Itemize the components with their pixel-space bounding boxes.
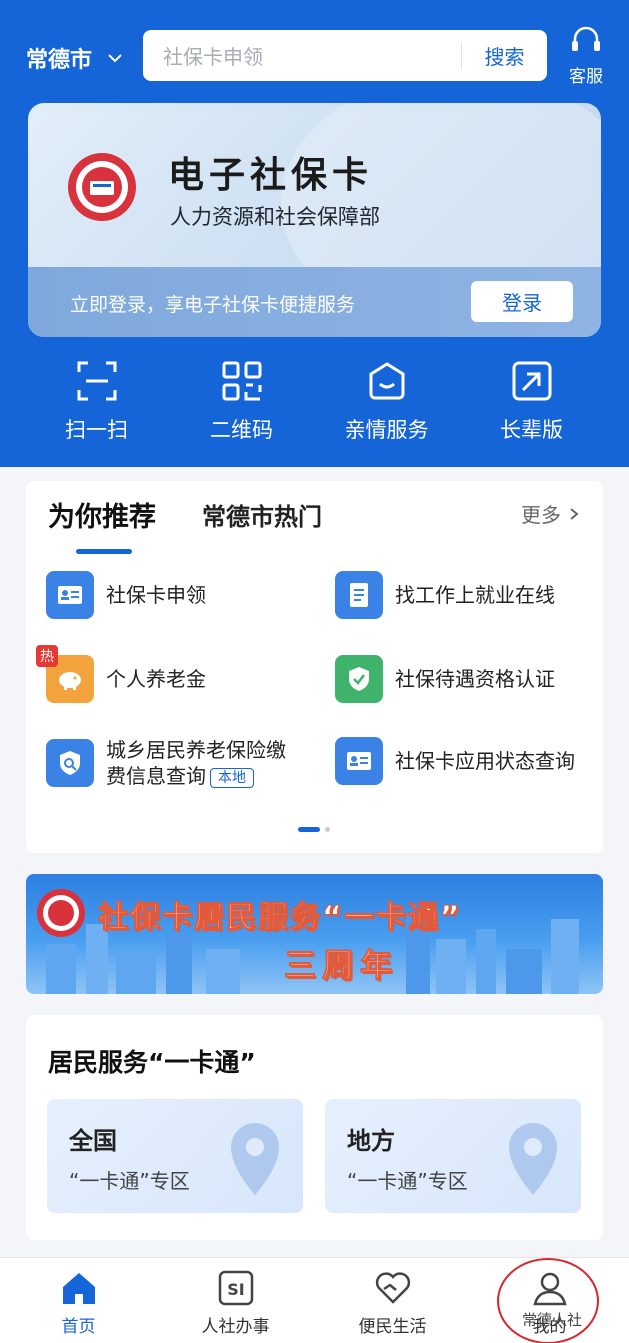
local-tag: 本地 <box>210 767 254 788</box>
si-icon: SI <box>218 1270 253 1306</box>
city-label: 常德市 <box>26 48 93 73</box>
zone-title: 全国 <box>69 1127 117 1155</box>
document-icon <box>335 571 383 619</box>
service-item-label-line2: 费信息查询 <box>106 764 206 788</box>
promo-banner[interactable]: 社保卡居民服务“一卡通” 三周年 <box>26 874 603 994</box>
quick-action-label: 长辈版 <box>500 418 563 442</box>
svg-text:SI: SI <box>227 1280 244 1299</box>
location-pin-icon <box>509 1123 557 1195</box>
nav-home[interactable]: 首页 <box>0 1258 157 1343</box>
chevron-down-icon <box>108 54 122 63</box>
headset-icon <box>572 26 600 51</box>
service-item-label: 城乡居民养老保险缴 费信息查询 本地 <box>106 737 286 789</box>
search-input[interactable]: 社保卡申领 <box>143 41 461 70</box>
tab-recommend-label: 为你推荐 <box>48 502 156 533</box>
piggy-bank-icon: 热 <box>36 645 94 703</box>
social-security-seal-icon <box>37 889 85 937</box>
service-item[interactable]: 社保卡应用状态查询 <box>335 737 575 785</box>
quick-action-label: 扫一扫 <box>65 418 128 442</box>
service-item[interactable]: 城乡居民养老保险缴 费信息查询 本地 <box>46 737 286 789</box>
zone-subtitle: “一卡通”专区 <box>347 1169 468 1193</box>
zone-title: 地方 <box>347 1127 395 1155</box>
local-zone-card[interactable]: 地方 “一卡通”专区 <box>325 1099 581 1213</box>
service-item[interactable]: 社保卡申领 <box>46 571 206 619</box>
nav-label: 首页 <box>61 1317 96 1337</box>
id-card-icon <box>335 737 383 785</box>
page-indicator <box>298 827 330 832</box>
service-item[interactable]: 社保待遇资格认证 <box>335 655 555 703</box>
quick-actions: 扫一扫 二维码 亲情服务 长辈版 <box>24 360 604 444</box>
quick-action-family-service[interactable]: 亲情服务 <box>314 360 459 444</box>
card-title: 电子社保卡 <box>168 154 374 196</box>
nav-label: 人社办事 <box>201 1317 270 1337</box>
zone-subtitle: “一卡通”专区 <box>69 1169 190 1193</box>
id-card-icon <box>46 571 94 619</box>
bottom-navigation: 首页 SI 人社办事 便民生活 我的 <box>0 1257 629 1343</box>
page-dot-active <box>298 827 320 832</box>
social-security-seal-icon <box>68 153 136 221</box>
search-bar[interactable]: 社保卡申领 搜索 <box>143 30 547 81</box>
more-label: 更多 <box>521 503 561 527</box>
quick-action-elder-mode[interactable]: 长辈版 <box>459 360 604 444</box>
quick-action-qrcode[interactable]: 二维码 <box>169 360 314 444</box>
e-social-security-card[interactable]: 电子社保卡 人力资源和社会保障部 立即登录，享电子社保卡便捷服务 登录 <box>28 103 601 337</box>
section-title: 居民服务“一卡通” <box>48 1048 256 1077</box>
chevron-right-icon <box>570 507 579 520</box>
card-login-prompt: 立即登录，享电子社保卡便捷服务 <box>70 294 356 316</box>
location-pin-icon <box>231 1123 279 1195</box>
more-link[interactable]: 更多 <box>521 499 581 528</box>
quick-action-scan[interactable]: 扫一扫 <box>24 360 169 444</box>
tab-underline <box>76 549 132 554</box>
home-icon <box>62 1273 95 1304</box>
national-zone-card[interactable]: 全国 “一卡通”专区 <box>47 1099 303 1213</box>
service-item-label: 找工作上就业在线 <box>395 583 555 607</box>
banner-title: 社保卡居民服务“一卡通” <box>97 900 462 936</box>
page-dot <box>325 827 330 832</box>
city-selector[interactable]: 常德市 <box>26 42 124 74</box>
card-subtitle: 人力资源和社会保障部 <box>170 205 380 229</box>
customer-service-label: 客服 <box>569 67 603 87</box>
watermark-text: 常德人社 <box>522 1311 583 1329</box>
qrcode-icon <box>222 361 261 401</box>
login-button[interactable]: 登录 <box>471 281 573 322</box>
service-item-label-line1: 城乡居民养老保险缴 <box>106 738 286 762</box>
tab-recommend[interactable]: 为你推荐 <box>48 495 156 554</box>
shield-check-icon <box>335 655 383 703</box>
nav-label: 便民生活 <box>358 1317 427 1337</box>
one-card-section: 居民服务“一卡通” 全国 “一卡通”专区 地方 “一卡通”专区 <box>26 1015 603 1240</box>
recommend-panel: 为你推荐 常德市热门 更多 社保卡申领 找工作上就业在线 热 个人养老金 社保待… <box>26 481 603 853</box>
service-item-label: 社保卡应用状态查询 <box>395 749 575 773</box>
hot-badge: 热 <box>36 645 58 667</box>
tab-city-hot[interactable]: 常德市热门 <box>202 497 322 532</box>
quick-action-label: 亲情服务 <box>344 418 429 442</box>
recommend-tabs: 为你推荐 常德市热门 <box>48 495 322 554</box>
heart-hand-icon <box>375 1272 410 1304</box>
shield-search-icon <box>46 739 94 787</box>
nav-services[interactable]: SI 人社办事 <box>157 1258 314 1343</box>
search-button[interactable]: 搜索 <box>462 41 547 70</box>
highlight-circle <box>497 1258 599 1343</box>
scan-icon <box>77 361 116 401</box>
service-item-label: 社保待遇资格认证 <box>395 667 555 691</box>
nav-life[interactable]: 便民生活 <box>314 1258 471 1343</box>
service-item[interactable]: 找工作上就业在线 <box>335 571 555 619</box>
service-item-label: 个人养老金 <box>106 667 206 691</box>
elder-mode-icon <box>512 361 551 401</box>
service-item[interactable]: 热 个人养老金 <box>36 645 206 703</box>
banner-subtitle: 三周年 <box>283 946 399 985</box>
service-item-label: 社保卡申领 <box>106 583 206 607</box>
family-service-icon <box>369 362 404 400</box>
quick-action-label: 二维码 <box>210 418 273 442</box>
customer-service-button[interactable]: 客服 <box>562 26 610 87</box>
